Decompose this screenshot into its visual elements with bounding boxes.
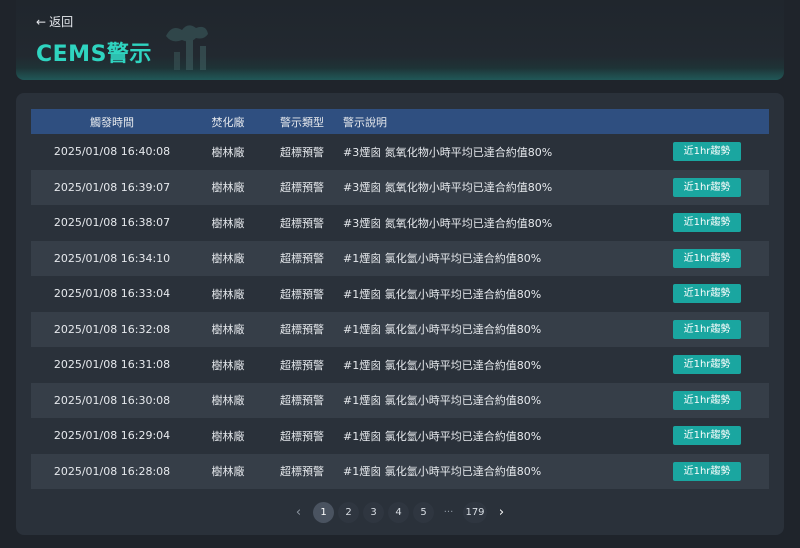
page-header: ← 返回 CEMS警示	[16, 0, 784, 80]
row-time: 2025/01/08 16:28:08	[53, 464, 171, 478]
table-row: 2025/01/08 16:34:10 樹林廠 超標預警 #1煙囪 氯化氫小時平…	[31, 240, 769, 276]
trend-1hr-button[interactable]: 近1hr趨勢	[673, 426, 741, 446]
row-time: 2025/01/08 16:40:08	[53, 145, 171, 159]
row-factory: 樹林廠	[211, 465, 245, 479]
row-description: #1煙囪 氯化氫小時平均已達合約值80%	[343, 358, 542, 372]
table-row: 2025/01/08 16:32:08 樹林廠 超標預警 #1煙囪 氯化氫小時平…	[31, 311, 769, 347]
table-row: 2025/01/08 16:29:04 樹林廠 超標預警 #1煙囪 氯化氫小時平…	[31, 418, 769, 454]
row-factory: 樹林廠	[211, 252, 245, 266]
row-description: #1煙囪 氯化氫小時平均已達合約值80%	[343, 323, 542, 337]
back-button[interactable]: ← 返回	[36, 13, 73, 30]
row-factory: 樹林廠	[211, 287, 245, 301]
row-time: 2025/01/08 16:34:10	[53, 251, 171, 265]
row-factory: 樹林廠	[211, 181, 245, 195]
row-type: 超標預警	[280, 287, 324, 301]
table-body: 2025/01/08 16:40:08 樹林廠 超標預警 #3煙囪 氮氧化物小時…	[31, 134, 769, 489]
row-time: 2025/01/08 16:29:04	[53, 429, 171, 443]
column-header-time: 觸發時間	[90, 115, 134, 129]
table-row: 2025/01/08 16:31:08 樹林廠 超標預警 #1煙囪 氯化氫小時平…	[31, 347, 769, 383]
row-type: 超標預警	[280, 429, 324, 443]
row-factory: 樹林廠	[211, 358, 245, 372]
row-description: #1煙囪 氯化氫小時平均已達合約值80%	[343, 287, 542, 301]
table-row: 2025/01/08 16:38:07 樹林廠 超標預警 #3煙囪 氮氧化物小時…	[31, 205, 769, 241]
page-button-3[interactable]: 3	[363, 501, 384, 523]
page-button-5[interactable]: 5	[413, 501, 434, 523]
back-label: 返回	[49, 15, 74, 29]
alerts-panel: 觸發時間 焚化廠 警示類型 警示說明 2025/01/08 16:40:08 樹…	[16, 93, 784, 535]
row-description: #1煙囪 氯化氫小時平均已達合約值80%	[343, 429, 542, 443]
trend-1hr-button[interactable]: 近1hr趨勢	[673, 390, 741, 410]
row-description: #1煙囪 氯化氫小時平均已達合約值80%	[343, 465, 542, 479]
page-button-4[interactable]: 4	[388, 501, 409, 523]
table-row: 2025/01/08 16:39:07 樹林廠 超標預警 #3煙囪 氮氧化物小時…	[31, 169, 769, 205]
row-type: 超標預警	[280, 145, 324, 159]
row-factory: 樹林廠	[211, 145, 245, 159]
row-type: 超標預警	[280, 323, 324, 337]
factory-icon	[166, 25, 208, 70]
row-time: 2025/01/08 16:30:08	[53, 393, 171, 407]
row-description: #3煙囪 氮氧化物小時平均已達合約值80%	[343, 145, 553, 159]
column-header-type: 警示類型	[280, 115, 324, 129]
trend-1hr-button[interactable]: 近1hr趨勢	[673, 284, 741, 304]
row-description: #1煙囪 氯化氫小時平均已達合約值80%	[343, 252, 542, 266]
page-button-1[interactable]: 1	[313, 501, 334, 523]
table-row: 2025/01/08 16:40:08 樹林廠 超標預警 #3煙囪 氮氧化物小時…	[31, 134, 769, 170]
row-factory: 樹林廠	[211, 394, 245, 408]
row-type: 超標預警	[280, 252, 324, 266]
table-row: 2025/01/08 16:30:08 樹林廠 超標預警 #1煙囪 氯化氫小時平…	[31, 382, 769, 418]
row-time: 2025/01/08 16:38:07	[53, 216, 171, 230]
row-type: 超標預警	[280, 394, 324, 408]
row-description: #3煙囪 氮氧化物小時平均已達合約值80%	[343, 181, 553, 195]
page-button-2[interactable]: 2	[338, 501, 359, 523]
pagination: ‹ 1 2 3 4 5 ··· 179 ›	[16, 501, 784, 523]
column-header-factory: 焚化廠	[211, 115, 245, 129]
trend-1hr-button[interactable]: 近1hr趨勢	[673, 248, 741, 268]
trend-1hr-button[interactable]: 近1hr趨勢	[673, 461, 741, 481]
row-factory: 樹林廠	[211, 323, 245, 337]
table-header: 觸發時間 焚化廠 警示類型 警示說明	[31, 109, 769, 134]
row-type: 超標預警	[280, 358, 324, 372]
row-time: 2025/01/08 16:39:07	[53, 180, 171, 194]
pagination-ellipsis[interactable]: ···	[438, 507, 459, 518]
trend-1hr-button[interactable]: 近1hr趨勢	[673, 355, 741, 375]
column-header-description: 警示說明	[343, 115, 387, 129]
row-time: 2025/01/08 16:31:08	[53, 358, 171, 372]
page-title: CEMS警示	[36, 42, 152, 67]
chevron-left-icon[interactable]: ‹	[288, 502, 309, 523]
arrow-left-icon: ←	[36, 14, 47, 29]
trend-1hr-button[interactable]: 近1hr趨勢	[673, 213, 741, 233]
row-description: #3煙囪 氮氧化物小時平均已達合約值80%	[343, 216, 553, 230]
chevron-right-icon[interactable]: ›	[491, 502, 512, 523]
trend-1hr-button[interactable]: 近1hr趨勢	[673, 319, 741, 339]
row-type: 超標預警	[280, 181, 324, 195]
row-type: 超標預警	[280, 216, 324, 230]
row-time: 2025/01/08 16:33:04	[53, 287, 171, 301]
trend-1hr-button[interactable]: 近1hr趨勢	[673, 177, 741, 197]
table-row: 2025/01/08 16:28:08 樹林廠 超標預警 #1煙囪 氯化氫小時平…	[31, 453, 769, 489]
row-time: 2025/01/08 16:32:08	[53, 322, 171, 336]
row-type: 超標預警	[280, 465, 324, 479]
trend-1hr-button[interactable]: 近1hr趨勢	[673, 142, 741, 162]
row-description: #1煙囪 氯化氫小時平均已達合約值80%	[343, 394, 542, 408]
table-row: 2025/01/08 16:33:04 樹林廠 超標預警 #1煙囪 氯化氫小時平…	[31, 276, 769, 312]
page-button-last[interactable]: 179	[463, 501, 487, 523]
row-factory: 樹林廠	[211, 216, 245, 230]
row-factory: 樹林廠	[211, 429, 245, 443]
